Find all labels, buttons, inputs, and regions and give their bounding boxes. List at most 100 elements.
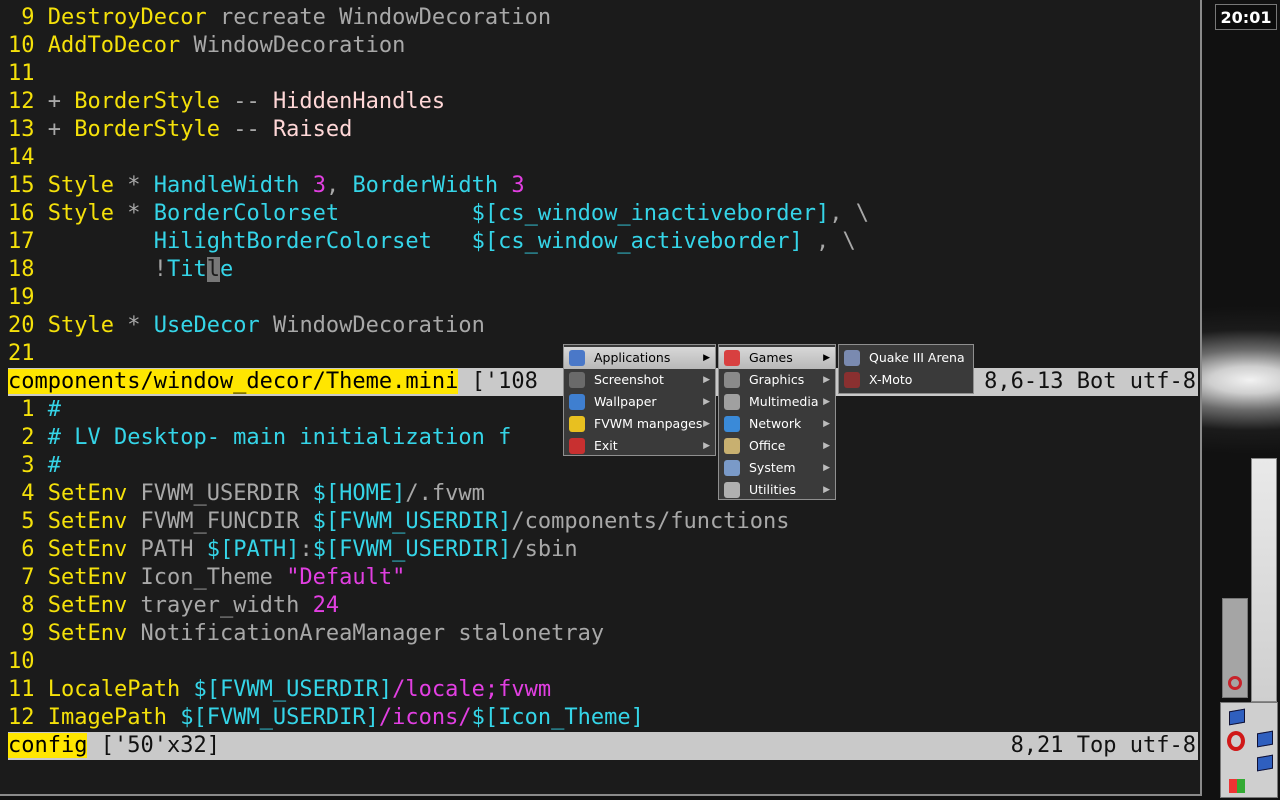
code-line[interactable]: 10 AddToDecor WindowDecoration [8,32,1198,60]
code-token: FVWM_USERDIR [127,481,313,506]
editor-pane-top[interactable]: 9 DestroyDecor recreate WindowDecoration… [8,4,1198,368]
menu-item-multimedia[interactable]: Multimedia ▶ [719,391,835,413]
line-number: 9 [8,621,35,646]
graphics-icon [724,372,740,388]
code-token: -- [219,89,273,114]
code-line[interactable]: 9 SetEnv NotificationAreaManager stalone… [8,620,1198,648]
line-number: 1 [8,397,35,422]
code-token: WindowDecoration [180,33,406,58]
pager-desk-5[interactable] [1223,775,1249,797]
menu-item-graphics[interactable]: Graphics ▶ [719,369,835,391]
code-line[interactable]: 17 HilightBorderColorset $[cs_window_act… [8,228,1198,256]
wallpaper-icon [569,394,585,410]
menu-item-x-moto[interactable]: X-Moto [839,369,973,391]
status-position: 8,6-13 Bot utf-8 [984,369,1196,394]
submenu-arrow-icon: ▶ [823,397,830,407]
desktop-pager[interactable] [1220,702,1278,798]
status-info: ['50'x32] [87,733,220,758]
line-number: 21 [8,341,35,366]
line-number: 7 [8,565,35,590]
menu-item-applications[interactable]: Applications ▶ [564,347,715,369]
code-line[interactable]: 9 DestroyDecor recreate WindowDecoration [8,4,1198,32]
line-number: 18 [8,257,35,282]
code-token: trayer_width [127,593,313,618]
code-token: , \ [802,229,856,254]
code-line[interactable]: 11 LocalePath $[FVWM_USERDIR]/locale;fvw… [8,676,1198,704]
menu-item-wallpaper[interactable]: Wallpaper ▶ [564,391,715,413]
panel-scrollbar[interactable] [1251,458,1277,702]
code-line[interactable]: 14 [8,144,1198,172]
code-line[interactable]: 4 SetEnv FVWM_USERDIR $[HOME]/.fvwm [8,480,1198,508]
code-line[interactable]: 8 SetEnv trayer_width 24 [8,592,1198,620]
code-line[interactable]: 6 SetEnv PATH $[PATH]:$[FVWM_USERDIR]/sb… [8,536,1198,564]
games-submenu[interactable]: Quake III Arena X-Moto [838,344,974,394]
code-token: HilightBorderColorset [153,229,432,254]
code-token: Style [47,173,114,198]
menu-item-games[interactable]: Games ▶ [719,347,835,369]
code-token: BorderStyle [74,117,220,142]
tray-status-icon[interactable] [1228,676,1242,690]
code-line[interactable]: 10 [8,648,1198,676]
clock: 20:01 [1215,4,1277,30]
network-icon [724,416,740,432]
menu-item-utilities[interactable]: Utilities ▶ [719,479,835,501]
code-token: : [299,537,313,562]
code-token: # LV Desktop- main initialization f [47,425,512,450]
code-token: DestroyDecor [47,5,207,30]
menu-item-fvwm-manpages[interactable]: FVWM manpages ▶ [564,413,715,435]
code-token: -- [219,117,273,142]
code-token: 24 [312,593,340,618]
pager-desk-1[interactable] [1223,705,1249,727]
menu-item-network[interactable]: Network ▶ [719,413,835,435]
window-thumbnail-icon [1229,708,1245,726]
menu-item-label: Games [749,350,793,365]
code-line[interactable]: 7 SetEnv Icon_Theme "Default" [8,564,1198,592]
code-line[interactable]: 12 + BorderStyle -- HiddenHandles [8,88,1198,116]
code-token: /icons/ [378,705,472,730]
code-token: $[FVWM_USERDIR] [193,677,393,702]
menu-item-exit[interactable]: Exit ▶ [564,435,715,457]
submenu-arrow-icon: ▶ [823,485,830,495]
submenu-arrow-icon: ▶ [823,463,830,473]
code-line[interactable]: 13 + BorderStyle -- Raised [8,116,1198,144]
command-line[interactable] [8,760,1198,790]
exit-icon [569,438,585,454]
status-info: ['108 [458,369,538,394]
code-line[interactable]: 18 !Title [8,256,1198,284]
code-token: LocalePath [47,677,181,702]
code-token: HiddenHandles [272,89,446,114]
root-menu[interactable]: Applications ▶ Screenshot ▶ Wallpaper ▶ FVWM m… [563,344,716,456]
menu-item-system[interactable]: System ▶ [719,457,835,479]
pager-desk-4[interactable] [1251,751,1277,773]
code-line[interactable]: 20 Style * UseDecor WindowDecoration [8,312,1198,340]
code-token: * [113,313,154,338]
line-number: 2 [8,425,35,450]
status-filename: config [8,733,88,758]
code-line[interactable]: 19 [8,284,1198,312]
line-number: 20 [8,313,35,338]
code-line[interactable]: 11 [8,60,1198,88]
menu-item-quake-iii-arena[interactable]: Quake III Arena [839,347,973,369]
applications-submenu[interactable]: Games ▶ Graphics ▶ Multimedia ▶ Network ▶ Office… [718,344,836,500]
code-line[interactable]: 12 ImagePath $[FVWM_USERDIR]/icons/$[Ico… [8,704,1198,732]
code-token: /components/functions [511,509,790,534]
pager-desk-2[interactable] [1251,727,1277,749]
code-line[interactable]: 15 Style * HandleWidth 3, BorderWidth 3 [8,172,1198,200]
code-line[interactable]: 5 SetEnv FVWM_FUNCDIR $[FVWM_USERDIR]/co… [8,508,1198,536]
menu-item-label: Quake III Arena [869,350,965,365]
line-number: 19 [8,285,35,310]
menu-item-office[interactable]: Office ▶ [719,435,835,457]
code-line[interactable]: 16 Style * BorderColorset $[cs_window_in… [8,200,1198,228]
code-token: SetEnv [47,593,128,618]
pager-desk-3[interactable] [1223,729,1249,751]
menu-item-screenshot[interactable]: Screenshot ▶ [564,369,715,391]
xmoto-icon [844,372,860,388]
line-number: 10 [8,33,35,58]
menu-item-label: Applications [594,350,671,365]
code-token: Style [47,201,114,226]
menu-item-label: FVWM manpages [594,416,703,431]
menu-item-label: Network [749,416,802,431]
submenu-arrow-icon: ▶ [823,441,830,451]
